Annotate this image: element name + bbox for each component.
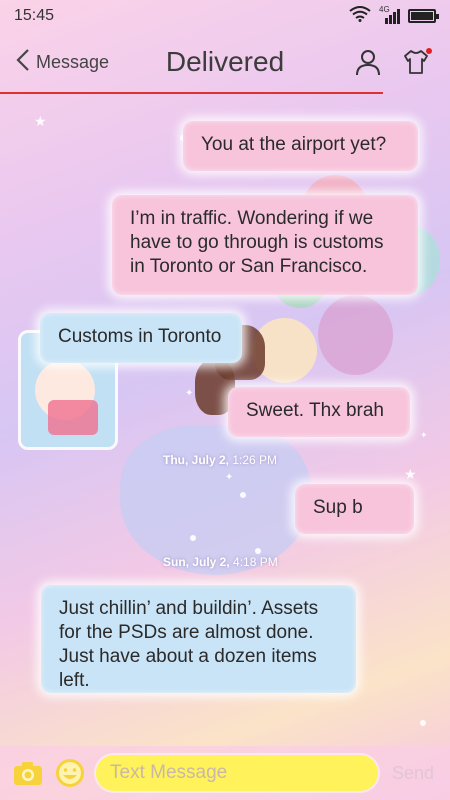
chevron-left-icon [14, 48, 32, 77]
send-button[interactable]: Send [388, 763, 438, 784]
conversation-header: Message Delivered [0, 32, 450, 92]
notification-dot [426, 48, 432, 54]
message-timestamp: Sun, July 2, 4:18 PM [163, 555, 278, 569]
back-label: Message [36, 51, 110, 72]
signal-icon: 4G [379, 5, 400, 24]
message-bubble-outgoing[interactable]: Sweet. Thx brah [228, 387, 410, 437]
back-button[interactable]: Message [0, 48, 109, 77]
message-input[interactable] [96, 755, 378, 791]
status-time: 15:45 [14, 7, 55, 24]
header-divider [0, 92, 383, 94]
theme-shirt-icon[interactable] [402, 48, 432, 76]
emoji-icon[interactable] [54, 757, 86, 789]
message-bubble-incoming[interactable]: Customs in Toronto [40, 313, 242, 363]
wifi-icon [349, 5, 371, 27]
message-bubble-incoming[interactable]: Just chillin’ and buildin’. Assets for t… [41, 585, 356, 693]
composer-bar: Send [0, 746, 450, 800]
network-type-label: 4G [379, 4, 390, 14]
status-bar: 15:45 4G [0, 0, 450, 32]
battery-icon [408, 9, 439, 23]
camera-icon[interactable] [12, 757, 44, 789]
message-bubble-outgoing[interactable]: Sup b [295, 484, 414, 534]
message-bubble-outgoing[interactable]: I’m in traffic. Wondering if we have to … [112, 195, 418, 295]
message-timestamp: Thu, July 2, 1:26 PM [163, 453, 278, 467]
message-bubble-outgoing[interactable]: You at the airport yet? [183, 121, 418, 171]
contact-icon[interactable] [354, 48, 382, 76]
